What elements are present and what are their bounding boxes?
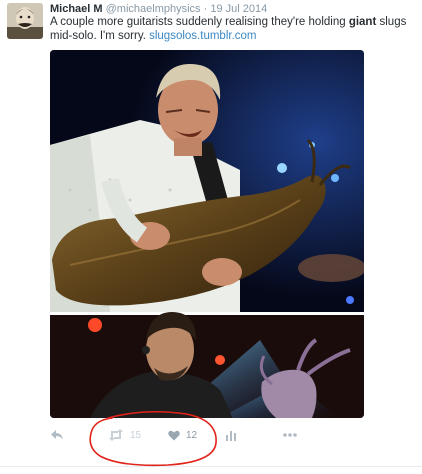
retweet-button[interactable]: 15 (108, 424, 141, 446)
more-icon (283, 433, 297, 437)
like-button[interactable]: 12 (168, 424, 197, 446)
tweet-header: Michael M @michaelmphysics · 19 Jul 2014 (50, 3, 267, 15)
photo-guitarist-2 (50, 312, 364, 418)
tweet-actions: 15 12 (50, 424, 370, 446)
photo-guitarist-1 (50, 50, 364, 312)
media-photos (50, 50, 364, 418)
tweet-divider (0, 466, 422, 467)
author-name[interactable]: Michael M (50, 3, 103, 15)
avatar[interactable] (7, 3, 43, 39)
retweet-icon (109, 429, 123, 441)
tweet-text: A couple more guitarists suddenly realis… (50, 15, 418, 43)
more-button[interactable] (283, 424, 297, 446)
analytics-button[interactable] (226, 424, 237, 446)
photo-gap (50, 312, 364, 315)
tweet-card: Michael M @michaelmphysics · 19 Jul 2014… (0, 0, 422, 474)
retweet-count: 15 (130, 429, 142, 441)
avatar-drawing (7, 3, 43, 39)
tweet-media[interactable] (50, 50, 364, 418)
tweet-date[interactable]: 19 Jul 2014 (210, 3, 267, 15)
reply-button[interactable] (50, 424, 64, 446)
heart-icon (168, 430, 180, 440)
like-count: 12 (186, 429, 198, 441)
tweet-text-bold: giant (348, 16, 377, 28)
author-handle[interactable]: @michaelmphysics (106, 3, 201, 15)
tweet-text-before: A couple more guitarists suddenly realis… (50, 16, 349, 28)
header-separator: · (203, 3, 208, 15)
tweet-link[interactable]: slugsolos.tumblr.com (149, 30, 256, 42)
reply-icon (51, 430, 63, 440)
analytics-icon (226, 430, 236, 441)
